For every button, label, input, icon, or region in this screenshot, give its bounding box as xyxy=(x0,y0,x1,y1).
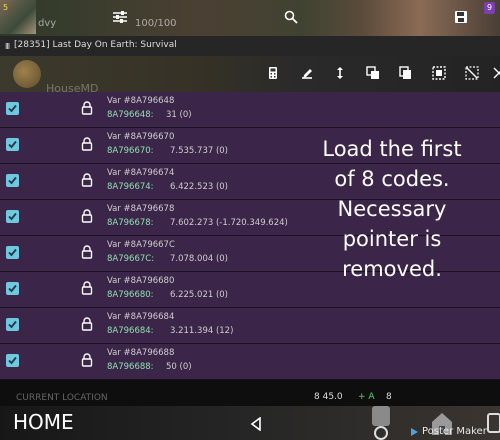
select-all-icon[interactable] xyxy=(432,66,446,80)
row-address: 8A796680: xyxy=(107,290,154,300)
coin-icon xyxy=(13,60,41,88)
checkmark-icon xyxy=(8,212,17,221)
search-icon[interactable] xyxy=(284,10,298,24)
row-value[interactable]: 7.602.273 (-1.720.349.624) xyxy=(170,218,288,228)
row-value[interactable]: 7.078.004 (0) xyxy=(170,254,228,264)
row-var-name: Var #8A796680 xyxy=(107,276,175,286)
thumbnail-badge: 5 xyxy=(3,3,9,12)
sliders-icon[interactable] xyxy=(112,10,128,24)
save-icon[interactable] xyxy=(454,10,468,24)
add-indicator: + A xyxy=(358,392,375,402)
home-button[interactable]: HOME xyxy=(13,410,74,434)
checkmark-icon xyxy=(8,248,17,257)
character-icon xyxy=(372,406,390,440)
row-checkbox[interactable] xyxy=(6,246,19,259)
row-checkbox[interactable] xyxy=(6,318,19,331)
health-counter: 100/100 xyxy=(135,18,177,29)
row-checkbox[interactable] xyxy=(6,174,19,187)
lock-icon[interactable] xyxy=(81,101,93,115)
lock-icon[interactable] xyxy=(81,353,93,367)
lock-icon[interactable] xyxy=(81,173,93,187)
lock-icon[interactable] xyxy=(81,137,93,151)
clear-selection-icon[interactable] xyxy=(492,66,500,80)
row-address: 8A796648: xyxy=(107,110,154,120)
tutorial-caption: Load the first of 8 codes. Necessary poi… xyxy=(300,134,484,284)
row-address: 8A796688: xyxy=(107,362,154,372)
row-checkbox[interactable] xyxy=(6,354,19,367)
row-value[interactable]: 31 (0) xyxy=(166,110,192,120)
current-location-label: CURRENT LOCATION xyxy=(16,393,108,403)
checkmark-icon xyxy=(8,284,17,293)
edit-values-icon[interactable] xyxy=(300,66,314,80)
row-var-name: Var #8A796678 xyxy=(107,204,175,214)
saved-value-row[interactable]: Var #8A796688 8A796688: 50 (0) xyxy=(0,344,500,380)
row-address: 8A796678: xyxy=(107,218,154,228)
saved-value-row[interactable]: Var #8A796648 8A796648: 31 (0) xyxy=(0,92,500,128)
navigation-bar: HOME Poster Maker xyxy=(0,406,500,440)
row-var-name: Var #8A796688 xyxy=(107,348,175,358)
speed-readout: 8 45.0 xyxy=(314,392,343,402)
notification-badge[interactable]: 9 xyxy=(484,2,495,14)
row-address: 8A796684: xyxy=(107,326,154,336)
calculator-icon[interactable] xyxy=(266,66,280,80)
checkmark-icon xyxy=(8,176,17,185)
row-checkbox[interactable] xyxy=(6,138,19,151)
row-checkbox[interactable] xyxy=(6,102,19,115)
process-bar[interactable]: III [28351] Last Day On Earth: Survival xyxy=(0,36,500,56)
row-address: 8A79667C: xyxy=(107,254,155,264)
row-value[interactable]: 3.211.394 (12) xyxy=(170,326,233,336)
checkmark-icon xyxy=(8,356,17,365)
invert-selection-icon[interactable] xyxy=(465,66,479,80)
game-scene-background xyxy=(300,0,500,36)
play-icon xyxy=(411,428,418,436)
row-address: 8A796674: xyxy=(107,182,154,192)
lock-icon[interactable] xyxy=(81,209,93,223)
row-var-name: Var #8A796674 xyxy=(107,168,175,178)
lock-icon[interactable] xyxy=(81,317,93,331)
location-bar: CURRENT LOCATION 8 45.0 + A 8 xyxy=(0,380,500,406)
game-player-name: dvy xyxy=(38,18,57,29)
watermark-label: Poster Maker xyxy=(422,426,487,437)
checkmark-icon xyxy=(8,104,17,113)
row-var-name: Var #8A79667C xyxy=(107,240,175,250)
checkmark-icon xyxy=(8,140,17,149)
back-icon[interactable] xyxy=(250,417,262,431)
checkmark-icon xyxy=(8,320,17,329)
row-value[interactable]: 7.535.737 (0) xyxy=(170,146,228,156)
app-thumbnail[interactable]: 5 xyxy=(0,0,36,34)
move-vertical-icon[interactable] xyxy=(333,66,347,80)
row-address: 8A796670: xyxy=(107,146,154,156)
caption-line: pointer is xyxy=(342,227,442,251)
row-var-name: Var #8A796670 xyxy=(107,132,175,142)
row-checkbox[interactable] xyxy=(6,282,19,295)
caption-line: removed. xyxy=(342,257,442,281)
location-count: 8 xyxy=(386,392,392,402)
toolbar: HouseMD xyxy=(0,56,500,95)
row-checkbox[interactable] xyxy=(6,210,19,223)
offset-calculator-icon[interactable] xyxy=(366,66,380,80)
lock-icon[interactable] xyxy=(81,245,93,259)
copy-icon[interactable] xyxy=(399,66,413,80)
row-value[interactable]: 6.225.021 (0) xyxy=(170,290,228,300)
row-value[interactable]: 50 (0) xyxy=(166,362,192,372)
caption-line: of 8 codes. xyxy=(334,167,450,191)
row-value[interactable]: 6.422.523 (0) xyxy=(170,182,228,192)
lock-icon[interactable] xyxy=(81,281,93,295)
caption-line: Load the first xyxy=(322,137,462,161)
saved-value-row[interactable]: Var #8A796684 8A796684: 3.211.394 (12) xyxy=(0,308,500,344)
partial-icon xyxy=(487,413,500,433)
process-name: [28351] Last Day On Earth: Survival xyxy=(14,40,177,50)
row-var-name: Var #8A796684 xyxy=(107,312,175,322)
row-var-name: Var #8A796648 xyxy=(107,96,175,106)
process-menu-icon: III xyxy=(5,42,10,51)
game-top-bar: 5 dvy 100/100 9 xyxy=(0,0,500,36)
caption-line: Necessary xyxy=(337,197,447,221)
